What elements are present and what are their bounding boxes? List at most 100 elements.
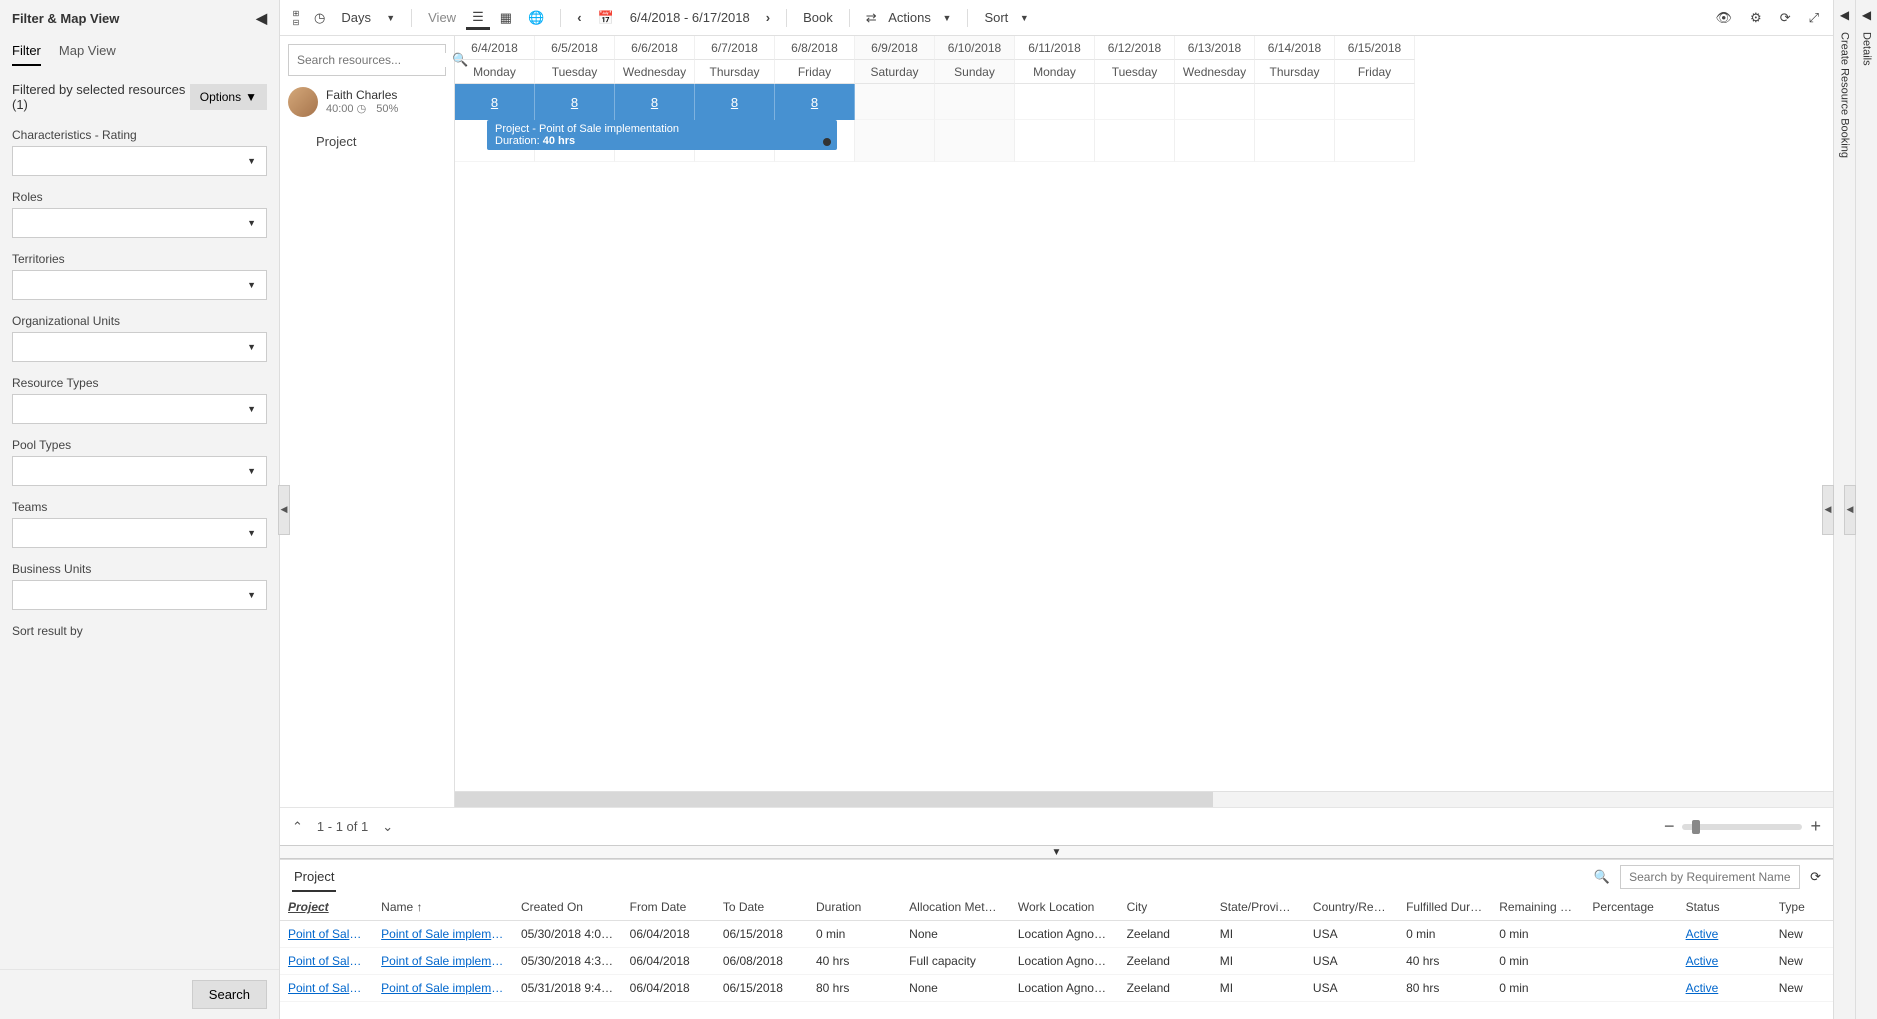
refresh-icon[interactable]: ⟳: [1774, 6, 1797, 30]
column-header[interactable]: Remaining Dur...: [1491, 894, 1584, 921]
empty-cell[interactable]: [935, 120, 1015, 162]
empty-cell[interactable]: [1175, 84, 1255, 120]
pager-up-icon[interactable]: ⌃: [292, 819, 303, 835]
search-resources-input[interactable]: [297, 53, 452, 67]
book-button[interactable]: Book: [797, 6, 839, 29]
empty-cell[interactable]: [1015, 120, 1095, 162]
empty-cell[interactable]: [855, 84, 935, 120]
splitter-handle[interactable]: ▼: [280, 845, 1833, 859]
project-link[interactable]: Point of Sale im...: [280, 948, 373, 975]
select-characteristics[interactable]: [12, 146, 267, 176]
project-bar[interactable]: Project - Point of Sale implementation D…: [487, 120, 837, 150]
column-header[interactable]: Name ↑: [373, 894, 513, 921]
options-button[interactable]: Options ▼: [190, 84, 267, 110]
empty-cell[interactable]: [855, 120, 935, 162]
collapse-right-icon[interactable]: ◀: [1840, 8, 1849, 22]
empty-cell[interactable]: [1335, 84, 1415, 120]
refresh-icon[interactable]: ⟳: [1810, 869, 1821, 885]
empty-cell[interactable]: [1175, 120, 1255, 162]
view-grid-icon[interactable]: ▦: [494, 6, 518, 30]
table-row[interactable]: Point of Sale im... Point of Sale implem…: [280, 975, 1833, 1002]
empty-cell[interactable]: [1015, 84, 1095, 120]
effort-cell[interactable]: 8: [775, 84, 855, 120]
rail-collapse-handle[interactable]: ◀: [1822, 485, 1834, 535]
collapse-right-icon[interactable]: ◀: [1862, 8, 1871, 22]
actions-dropdown[interactable]: ⇄ Actions ▼: [860, 6, 958, 30]
details-rail[interactable]: ◀ Details ◀: [1855, 0, 1877, 1019]
select-business-units[interactable]: [12, 580, 267, 610]
tab-map-view[interactable]: Map View: [59, 43, 116, 66]
left-collapse-handle[interactable]: ◀: [278, 485, 290, 535]
select-teams[interactable]: [12, 518, 267, 548]
column-header[interactable]: Percentage: [1584, 894, 1677, 921]
effort-cell[interactable]: 8: [455, 84, 535, 120]
calendar-icon[interactable]: 📅: [592, 6, 620, 30]
select-roles[interactable]: [12, 208, 267, 238]
eye-icon[interactable]: 👁: [1710, 6, 1739, 30]
requirement-search-input[interactable]: [1620, 865, 1800, 889]
date-header: 6/5/2018: [535, 36, 615, 60]
rail-collapse-handle-2[interactable]: ◀: [1844, 485, 1856, 535]
search-icon[interactable]: 🔍: [1594, 869, 1610, 885]
next-button[interactable]: ›: [760, 6, 776, 29]
zoom-slider[interactable]: [1682, 824, 1802, 830]
expand-icon[interactable]: ⤢: [1803, 6, 1825, 30]
select-pool-types[interactable]: [12, 456, 267, 486]
column-header[interactable]: State/Province: [1212, 894, 1305, 921]
select-territories[interactable]: [12, 270, 267, 300]
date-range[interactable]: 6/4/2018 - 6/17/2018: [624, 6, 756, 29]
effort-cell[interactable]: 8: [695, 84, 775, 120]
select-org-units[interactable]: [12, 332, 267, 362]
project-link[interactable]: Point of Sale im...: [280, 921, 373, 948]
name-link[interactable]: Point of Sale implementation: [373, 921, 513, 948]
resource-row[interactable]: Faith Charles 40:00 ◷ 50%: [280, 84, 454, 120]
empty-cell[interactable]: [1335, 120, 1415, 162]
name-link[interactable]: Point of Sale implementatio...: [373, 948, 513, 975]
status-link[interactable]: Active: [1678, 921, 1771, 948]
column-header[interactable]: Duration: [808, 894, 901, 921]
project-link[interactable]: Point of Sale im...: [280, 975, 373, 1002]
view-list-icon[interactable]: ☰: [466, 5, 490, 30]
label-sort-result: Sort result by: [12, 624, 267, 638]
column-header[interactable]: Allocation Method: [901, 894, 1010, 921]
zoom-out-icon[interactable]: −: [1664, 816, 1675, 837]
status-link[interactable]: Active: [1678, 948, 1771, 975]
empty-cell[interactable]: [1255, 84, 1335, 120]
expand-collapse-rows[interactable]: ⊞⊟: [288, 9, 304, 27]
column-header[interactable]: Created On: [513, 894, 622, 921]
effort-cell[interactable]: 8: [615, 84, 695, 120]
status-link[interactable]: Active: [1678, 975, 1771, 1002]
sort-dropdown[interactable]: Sort ▼: [978, 6, 1034, 29]
select-resource-types[interactable]: [12, 394, 267, 424]
horizontal-scrollbar[interactable]: [455, 791, 1833, 807]
column-header[interactable]: To Date: [715, 894, 808, 921]
column-header[interactable]: Type: [1771, 894, 1833, 921]
empty-cell[interactable]: [1095, 84, 1175, 120]
empty-cell[interactable]: [1095, 120, 1175, 162]
empty-cell[interactable]: [935, 84, 1015, 120]
column-header[interactable]: Project: [280, 894, 373, 921]
view-globe-icon[interactable]: 🌐: [522, 6, 550, 30]
tab-filter[interactable]: Filter: [12, 43, 41, 66]
days-dropdown[interactable]: Days ▼: [335, 6, 401, 29]
day-header: Monday: [455, 60, 535, 84]
table-row[interactable]: Point of Sale im... Point of Sale implem…: [280, 921, 1833, 948]
bottom-tab-project[interactable]: Project: [292, 863, 336, 892]
column-header[interactable]: Fulfilled Duration: [1398, 894, 1491, 921]
effort-cell[interactable]: 8: [535, 84, 615, 120]
table-row[interactable]: Point of Sale im... Point of Sale implem…: [280, 948, 1833, 975]
name-link[interactable]: Point of Sale implementatio...: [373, 975, 513, 1002]
pager-down-icon[interactable]: ⌄: [382, 819, 393, 835]
clock-icon[interactable]: ◷: [308, 6, 331, 30]
collapse-left-icon[interactable]: ◀: [256, 10, 267, 27]
search-button[interactable]: Search: [192, 980, 267, 1009]
column-header[interactable]: Country/Region: [1305, 894, 1398, 921]
column-header[interactable]: From Date: [622, 894, 715, 921]
gear-icon[interactable]: ⚙: [1744, 6, 1768, 30]
empty-cell[interactable]: [1255, 120, 1335, 162]
zoom-in-icon[interactable]: +: [1810, 816, 1821, 837]
column-header[interactable]: Work Location: [1010, 894, 1119, 921]
prev-button[interactable]: ‹: [571, 6, 587, 29]
column-header[interactable]: City: [1119, 894, 1212, 921]
column-header[interactable]: Status: [1678, 894, 1771, 921]
